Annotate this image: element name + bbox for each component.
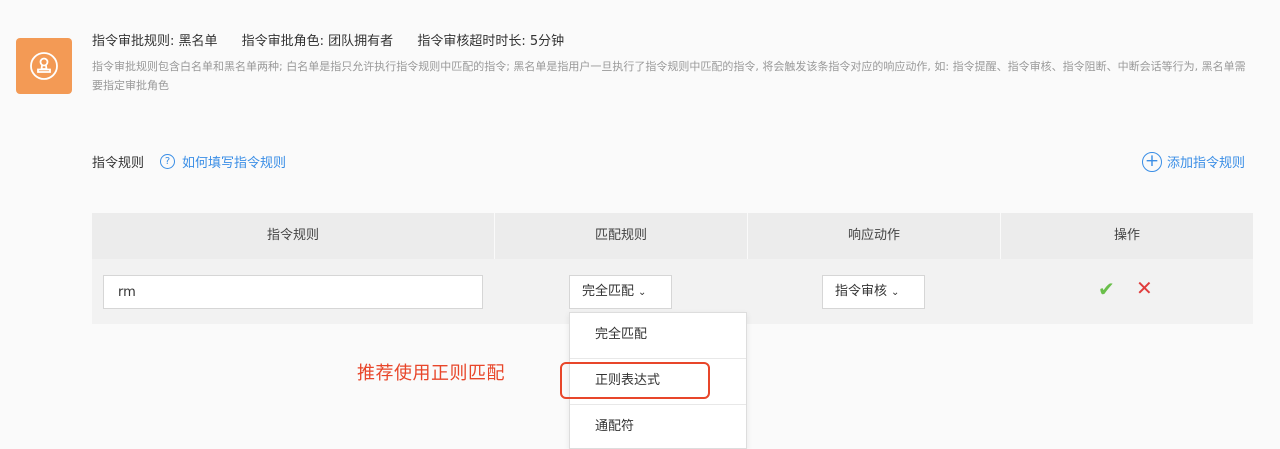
header-action: 响应动作 <box>748 213 1001 259</box>
rules-title: 指令规则 <box>92 156 145 171</box>
match-dropdown: 完全匹配 正则表达式 通配符 <box>569 312 747 449</box>
chevron-down-icon: ⌄ <box>638 287 647 298</box>
dropdown-option-wildcard[interactable]: 通配符 <box>570 405 746 449</box>
check-icon[interactable]: ✔ <box>1098 277 1115 301</box>
stamp-icon <box>16 38 72 94</box>
match-select-value: 完全匹配 <box>582 284 635 299</box>
header-operation: 操作 <box>1113 228 1140 243</box>
role-label: 指令审批角色: 团队拥有者 <box>241 34 394 49</box>
dropdown-option-regex[interactable]: 正则表达式 <box>570 359 746 405</box>
close-icon[interactable]: ✕ <box>1136 276 1153 300</box>
annotation-text: 推荐使用正则匹配 <box>357 363 505 384</box>
dropdown-option-exact[interactable]: 完全匹配 <box>570 313 746 359</box>
add-rule-link[interactable]: 添加指令规则 <box>1167 152 1245 171</box>
chevron-down-icon: ⌄ <box>891 287 900 298</box>
plus-circle-icon[interactable]: + <box>1142 152 1162 172</box>
info-summary: 指令审批规则: 黑名单 指令审批角色: 团队拥有者 指令审核超时时长: 5分钟 <box>92 30 584 49</box>
header-match: 匹配规则 <box>495 213 748 259</box>
table-header: 指令规则 匹配规则 响应动作 操作 <box>92 213 1253 259</box>
match-select[interactable]: 完全匹配 ⌄ <box>569 275 672 309</box>
header-rule: 指令规则 <box>92 213 495 259</box>
timeout-label: 指令审核超时时长: 5分钟 <box>417 34 565 49</box>
question-circle-icon[interactable]: ? <box>160 154 175 169</box>
help-link[interactable]: 如何填写指令规则 <box>182 152 286 171</box>
info-description: 指令审批规则包含白名单和黑名单两种; 白名单是指只允许执行指令规则中匹配的指令;… <box>92 60 1246 92</box>
rule-type-label: 指令审批规则: 黑名单 <box>92 34 218 49</box>
rule-input[interactable] <box>103 275 483 309</box>
action-select-value: 指令审核 <box>835 284 888 299</box>
action-select[interactable]: 指令审核 ⌄ <box>822 275 925 309</box>
